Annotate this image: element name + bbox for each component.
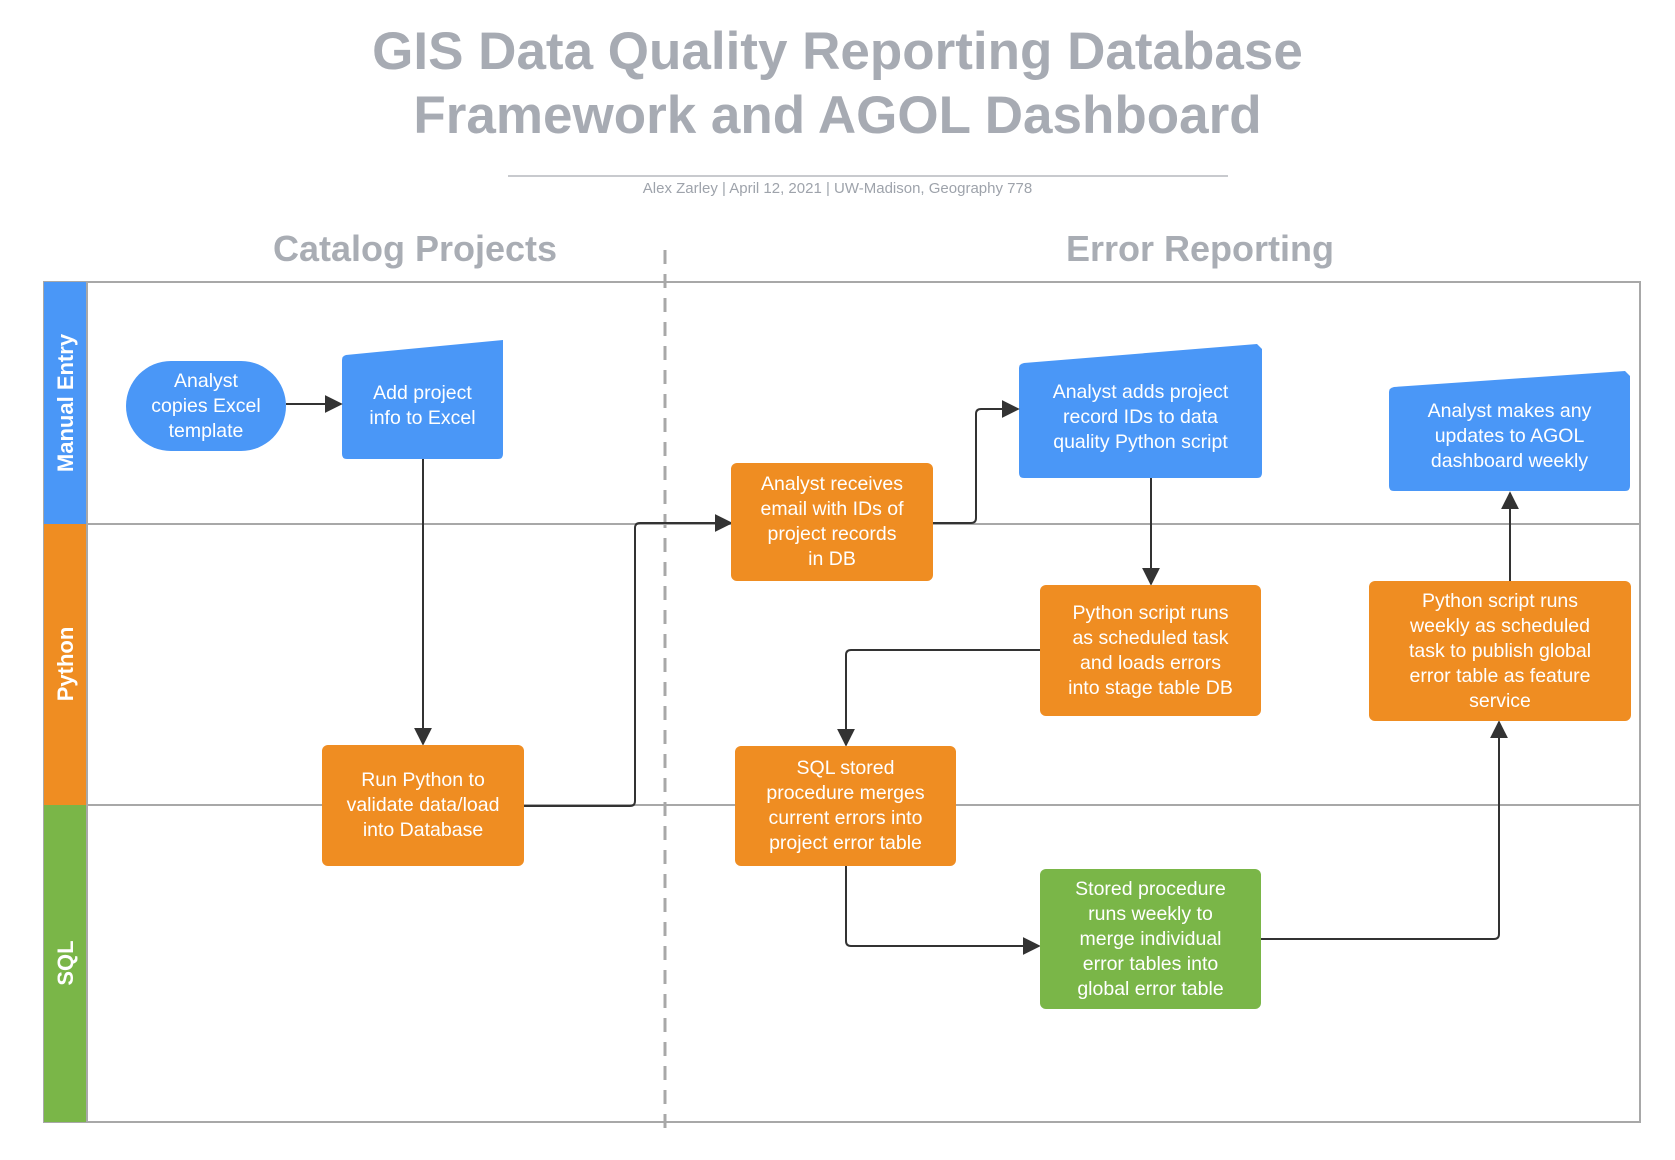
node-label: Add project info to Excel [369, 381, 476, 429]
node-analyst-adds-ids: Analyst adds project record IDs to data … [1019, 356, 1262, 478]
page-title-line-1: GIS Data Quality Reporting Database [372, 22, 1303, 81]
page-title-line-2: Framework and AGOL Dashboard [413, 86, 1262, 145]
connector-merge-to-weekly [845, 866, 1041, 955]
node-analyst-receives-email: Analyst receives email with IDs of proje… [731, 463, 933, 581]
connector-run-to-email [524, 514, 733, 807]
node-label: Analyst receives email with IDs of proje… [760, 473, 904, 570]
node-label: Python script runs as scheduled task and… [1068, 601, 1233, 699]
node-analyst-agol-updates: Analyst makes any updates to AGOL dashbo… [1389, 382, 1630, 491]
node-run-python-validate: Run Python to validate data/load into Da… [322, 745, 524, 866]
subtitle: Alex Zarley | April 12, 2021 | UW-Madiso… [642, 180, 1033, 197]
node-add-project-info: Add project info to Excel [342, 352, 503, 459]
connector-task-to-merge [837, 649, 1040, 747]
node-label: Stored procedure runs weekly to merge in… [1075, 877, 1226, 1000]
connector-weekly-to-publish [1261, 720, 1508, 940]
lane-label-manual-entry: Manual Entry [53, 333, 78, 473]
node-label: Analyst copies Excel template [151, 369, 261, 442]
node-stored-procedure-weekly: Stored procedure runs weekly to merge in… [1040, 869, 1261, 1009]
node-label: Analyst makes any updates to AGOL dashbo… [1427, 400, 1592, 472]
node-python-publish-weekly: Python script runs weekly as scheduled t… [1369, 581, 1631, 721]
node-python-scheduled-task: Python script runs as scheduled task and… [1040, 585, 1261, 716]
node-label: Analyst adds project record IDs to data … [1052, 380, 1229, 453]
connector-email-to-ids [933, 400, 1020, 524]
node-sql-stored-procedure: SQL stored procedure merges current erro… [735, 746, 956, 866]
node-label: Run Python to validate data/load into Da… [346, 769, 500, 841]
node-label: SQL stored procedure merges current erro… [766, 757, 925, 854]
node-analyst-copies-template: Analyst copies Excel template [126, 361, 286, 451]
phase-header-error: Error Reporting [1065, 228, 1334, 269]
node-label: Python script runs weekly as scheduled t… [1408, 589, 1592, 712]
lane-label-python: Python [53, 626, 78, 702]
lane-label-sql: SQL [53, 940, 78, 986]
phase-header-catalog: Catalog Projects [272, 228, 558, 269]
